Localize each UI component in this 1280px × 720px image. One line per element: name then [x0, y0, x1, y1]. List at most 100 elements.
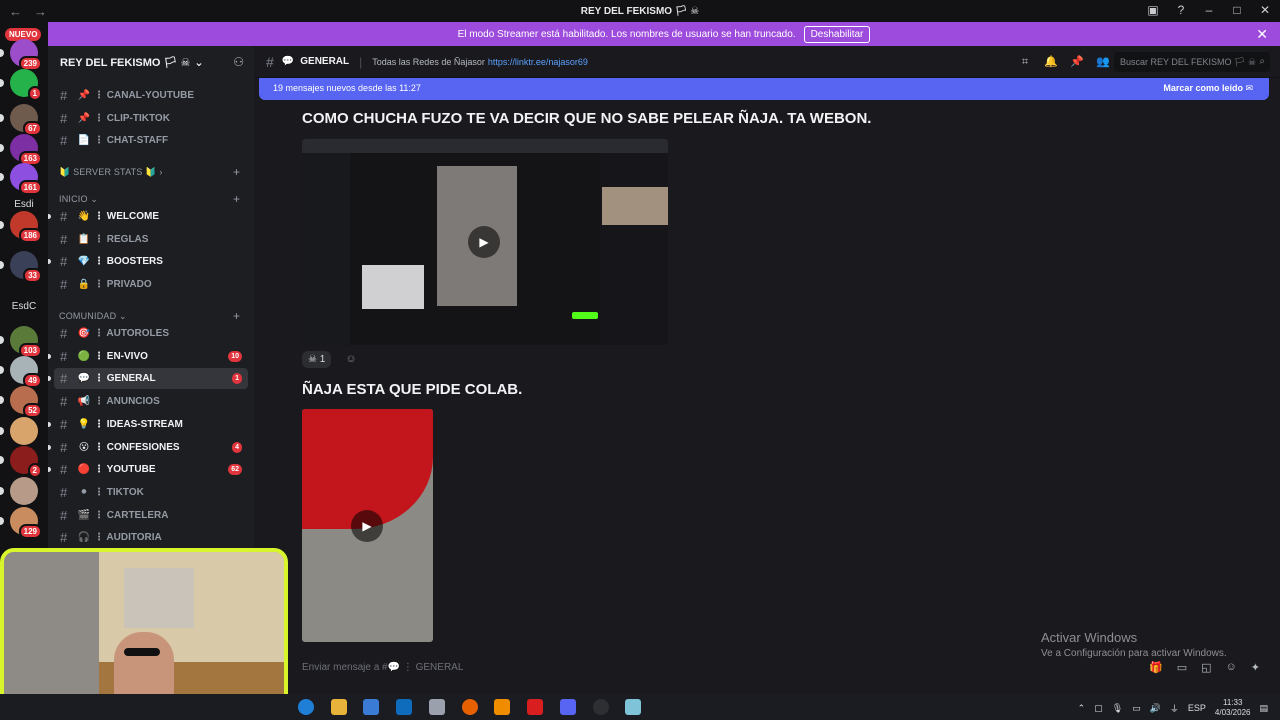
- maximize-icon[interactable]: □: [1230, 3, 1244, 17]
- channel-confesiones[interactable]: # 😮 ⋮ CONFESIONES 4: [48, 437, 248, 458]
- channel-youtube[interactable]: # 🔴 ⋮ YOUTUBE 62: [48, 459, 248, 480]
- channel-chat-staff[interactable]: # 📄 ⋮ CHAT-STAFF: [54, 130, 248, 151]
- files-icon[interactable]: [429, 699, 445, 715]
- reaction-skull[interactable]: ☠ 1: [302, 350, 332, 368]
- play-icon[interactable]: ▶: [351, 510, 383, 542]
- channel-label: ⋮ AUDITORIA: [94, 532, 162, 544]
- video-attachment[interactable]: ▶: [302, 409, 433, 642]
- channel-general[interactable]: # 💬 ⋮ GENERAL 1: [48, 368, 248, 390]
- channel-anuncios[interactable]: # 📢 ⋮ ANUNCIOS: [54, 391, 248, 412]
- emoji-icon[interactable]: ☺: [1226, 661, 1237, 674]
- server-icon[interactable]: [10, 477, 38, 505]
- channel-en-vivo[interactable]: # 🟢 ⋮ EN-VIVO 10: [48, 346, 248, 367]
- gift-icon[interactable]: 🎁: [1149, 661, 1163, 674]
- pin-icon[interactable]: 📌: [1070, 55, 1084, 69]
- server-icon[interactable]: 52: [10, 386, 42, 418]
- microphone-icon[interactable]: 🎙: [1112, 703, 1123, 714]
- search-input[interactable]: Buscar REY DEL FEKISMO 🏳 ☠ ⌕: [1114, 52, 1270, 72]
- channel-canal-youtube[interactable]: # 📌 ⋮ CANAL-YOUTUBE: [54, 85, 248, 106]
- channel-welcome[interactable]: # 👋 ⋮ WELCOME: [48, 206, 248, 227]
- server-icon[interactable]: [10, 417, 38, 445]
- bell-icon[interactable]: 🔔: [1044, 55, 1058, 69]
- channel-ideas-stream[interactable]: # 💡 ⋮ IDEAS-STREAM: [48, 414, 248, 435]
- channel-reglas[interactable]: # 📋 ⋮ REGLAS: [54, 229, 248, 250]
- network-icon[interactable]: ▭: [1132, 703, 1141, 714]
- vlc-icon[interactable]: [494, 699, 510, 715]
- server-label-esdc[interactable]: EsdC: [0, 301, 48, 312]
- gif-icon[interactable]: ▭: [1177, 661, 1187, 674]
- channel-header: # 💬 GENERAL | Todas las Redes de Ñajasor…: [254, 46, 1280, 78]
- obs-icon[interactable]: [593, 699, 609, 715]
- apps-icon[interactable]: ✦: [1251, 661, 1260, 674]
- search-placeholder: Buscar REY DEL FEKISMO 🏳 ☠: [1120, 57, 1257, 67]
- server-icon[interactable]: 2: [10, 446, 42, 478]
- tray-app-icon[interactable]: ▢: [1094, 703, 1103, 714]
- server-icon[interactable]: 49: [10, 356, 42, 388]
- video-attachment[interactable]: ▶: [302, 139, 668, 345]
- inbox-icon[interactable]: ▣: [1146, 3, 1160, 17]
- close-window-icon[interactable]: ✕: [1258, 3, 1272, 17]
- server-icon[interactable]: 1: [10, 69, 42, 101]
- server-icon[interactable]: 163: [10, 134, 42, 166]
- category-server-stats[interactable]: 🔰 SERVER STATS 🔰 › +: [59, 165, 240, 179]
- server-label-esdi[interactable]: Esdi: [0, 199, 48, 210]
- topic-link[interactable]: https://linktr.ee/najasor69: [488, 57, 588, 67]
- server-icon[interactable]: 239: [10, 39, 42, 71]
- server-badge: 1: [27, 86, 42, 101]
- play-icon[interactable]: ▶: [468, 226, 500, 258]
- channel-boosters[interactable]: # 💎 ⋮ BOOSTERS: [48, 251, 248, 272]
- channel-label: ⋮ YOUTUBE: [94, 464, 156, 476]
- add-channel-icon[interactable]: +: [233, 192, 240, 206]
- notifications-icon[interactable]: ▤: [1259, 703, 1268, 714]
- server-icon[interactable]: 33: [10, 251, 42, 283]
- add-channel-icon[interactable]: +: [233, 309, 240, 323]
- server-icon[interactable]: 186: [10, 211, 42, 243]
- channel-cartelera[interactable]: # 🎬 ⋮ CARTELERA: [54, 505, 248, 526]
- volume-icon[interactable]: 🔊: [1150, 703, 1161, 714]
- outlook-icon[interactable]: [396, 699, 412, 715]
- server-header[interactable]: REY DEL FEKISMO 🏳 ☠ ⌄ ⚇: [48, 46, 254, 78]
- members-icon[interactable]: 👥: [1096, 55, 1110, 69]
- channel-auditoria[interactable]: # 🎧 ⋮ AUDITORIA: [54, 527, 248, 548]
- opera-icon[interactable]: [527, 699, 543, 715]
- server-badge: 129: [18, 524, 42, 539]
- channel-label: ⋮ CONFESIONES: [94, 441, 180, 453]
- file-explorer-icon[interactable]: [331, 699, 347, 715]
- store-icon[interactable]: [363, 699, 379, 715]
- disable-streamer-button[interactable]: Deshabilitar: [803, 25, 871, 43]
- channel-clip-tiktok[interactable]: # 📌 ⋮ CLIP-TIKTOK: [54, 108, 248, 129]
- add-reaction-icon[interactable]: ☺: [345, 353, 356, 365]
- discord-icon[interactable]: [560, 699, 576, 715]
- mark-as-read-button[interactable]: Marcar como leído ✉: [1163, 83, 1253, 94]
- help-icon[interactable]: ?: [1174, 3, 1188, 17]
- unread-dot: [48, 259, 51, 265]
- new-messages-bar[interactable]: 19 mensajes nuevos desde las 11:27 Marca…: [259, 78, 1269, 100]
- server-icon[interactable]: 67: [10, 104, 42, 136]
- language-indicator[interactable]: ESP: [1188, 703, 1206, 713]
- server-icon[interactable]: 129: [10, 507, 42, 539]
- tray-chevron-icon[interactable]: ⌃: [1078, 703, 1086, 714]
- watermark-line-1: Activar Windows: [1041, 630, 1138, 645]
- usb-icon[interactable]: ⏚: [1170, 702, 1179, 715]
- edge-icon[interactable]: [298, 699, 314, 715]
- sticker-icon[interactable]: ◱: [1201, 661, 1211, 674]
- clock[interactable]: 11:33 4/03/2026: [1215, 698, 1251, 718]
- minimize-icon[interactable]: –: [1202, 3, 1216, 17]
- category-inicio[interactable]: INICIO ⌄ +: [59, 192, 240, 206]
- channel-emoji-icon: 📋: [77, 233, 91, 245]
- close-icon[interactable]: ✕: [1256, 26, 1268, 43]
- add-channel-icon[interactable]: +: [233, 165, 240, 179]
- channel-title: GENERAL: [300, 56, 350, 67]
- firefox-icon[interactable]: [462, 699, 478, 715]
- app-icon[interactable]: [625, 699, 641, 715]
- add-member-icon[interactable]: ⚇: [233, 55, 244, 69]
- category-comunidad[interactable]: COMUNIDAD ⌄ +: [59, 309, 240, 323]
- channel-autoroles[interactable]: # 🎯 ⋮ AUTOROLES: [54, 323, 248, 344]
- message-input[interactable]: Enviar mensaje a #💬 ⋮ GENERAL: [294, 652, 1269, 684]
- threads-icon[interactable]: ⌗: [1018, 55, 1032, 69]
- channel-tiktok[interactable]: # ⚫ ⋮ TIKTOK: [54, 482, 248, 503]
- channel-label: ⋮ PRIVADO: [94, 279, 152, 291]
- server-icon[interactable]: 103: [10, 326, 42, 358]
- server-icon[interactable]: 161: [10, 163, 42, 195]
- channel-privado[interactable]: # 🔒 ⋮ PRIVADO: [54, 274, 248, 295]
